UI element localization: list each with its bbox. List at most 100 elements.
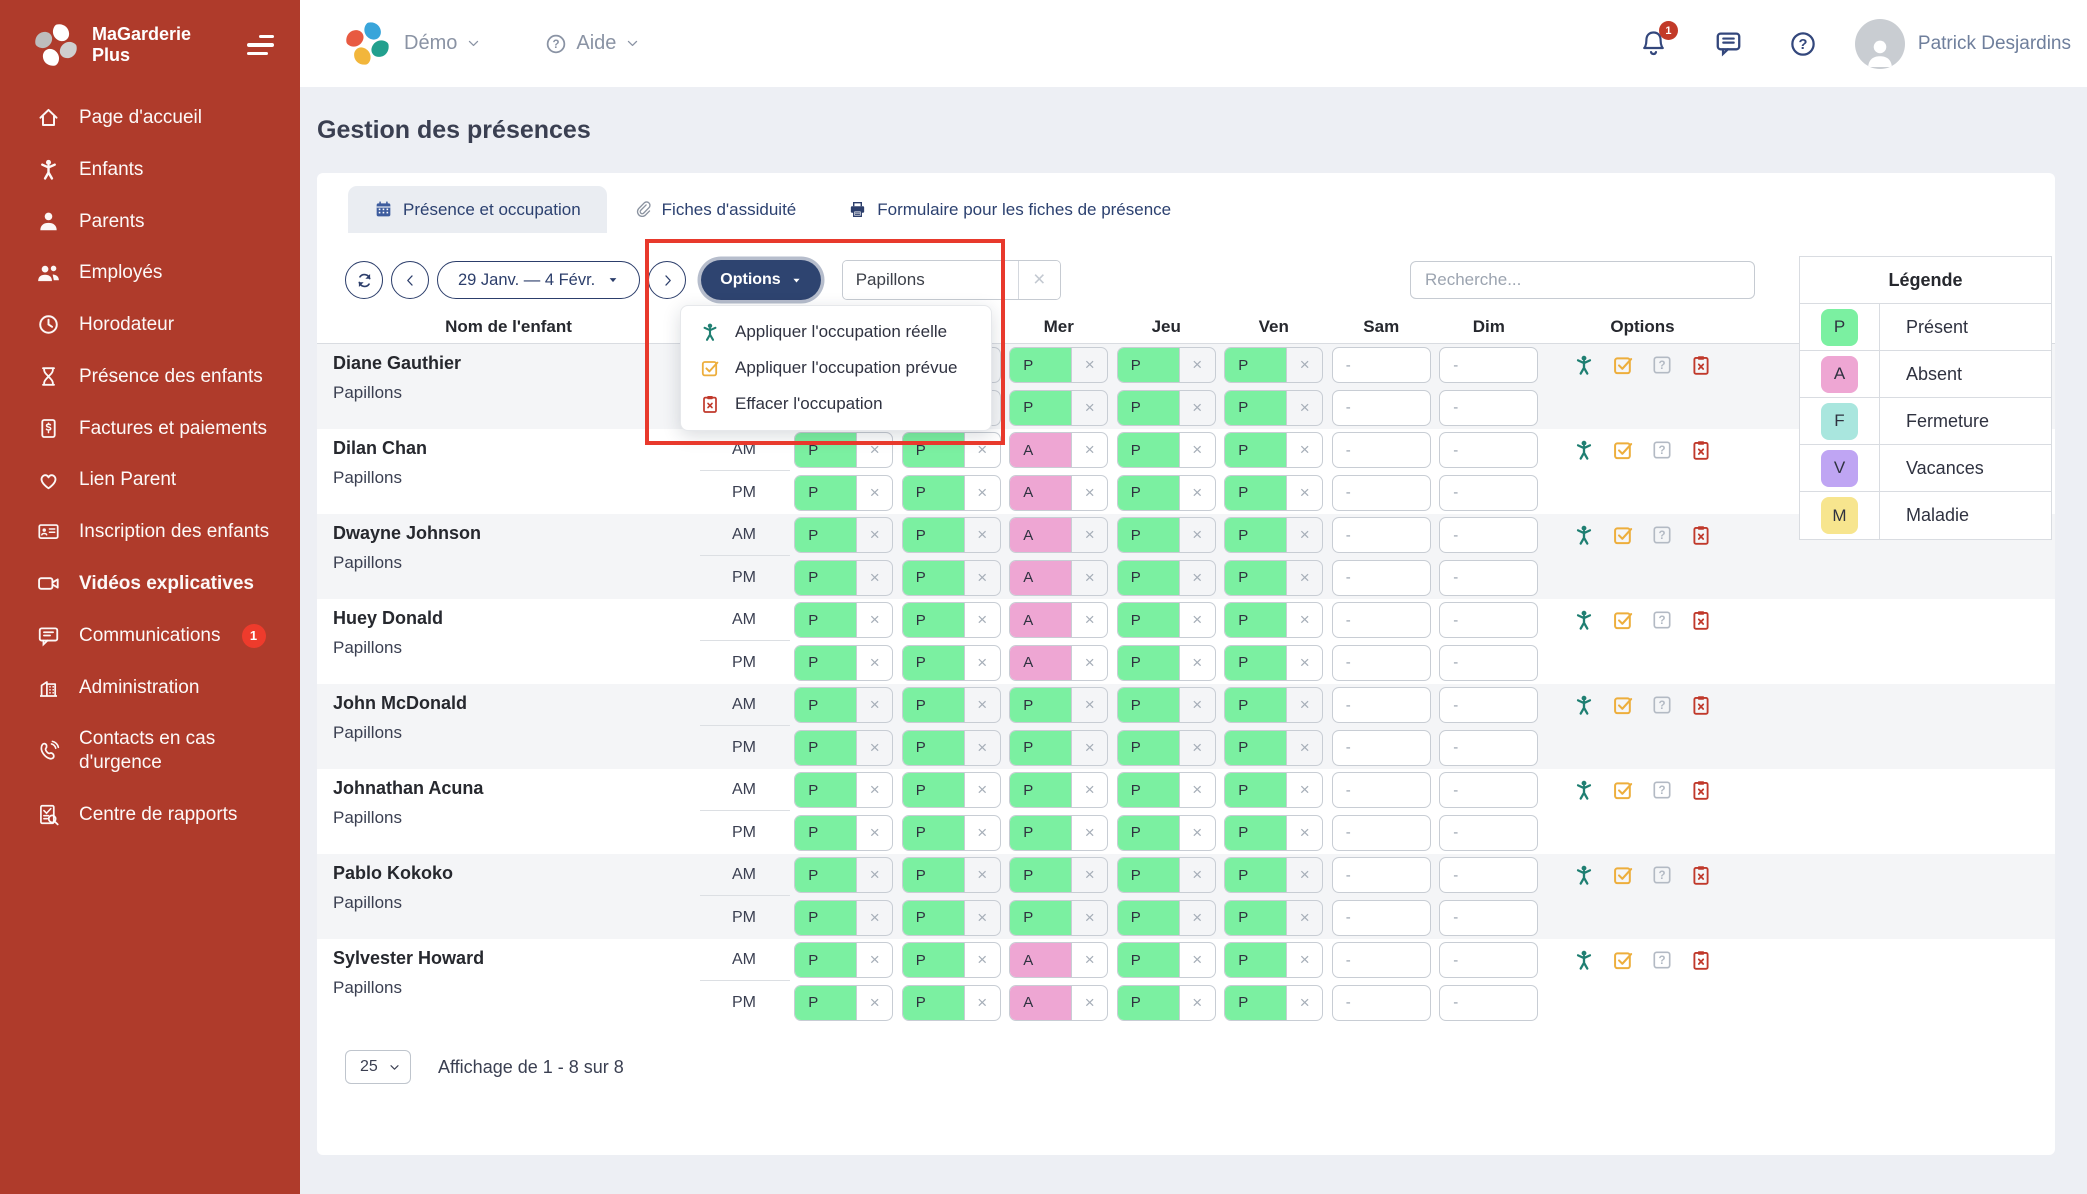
sidebar-item[interactable]: Inscription des enfants [0, 506, 300, 558]
sidebar-item[interactable]: Horodateur [0, 299, 300, 351]
status-value[interactable]: P [795, 688, 856, 722]
status-value[interactable]: A [1010, 433, 1071, 467]
question-box-icon[interactable]: ? [1651, 354, 1673, 376]
clear-cell-button[interactable]: × [1071, 476, 1107, 510]
status-value[interactable]: A [1010, 561, 1071, 595]
clear-cell-button[interactable]: × [1286, 731, 1322, 765]
occupation-cell-empty[interactable]: - [1332, 900, 1431, 936]
menu-item[interactable]: Appliquer l'occupation réelle [681, 314, 991, 350]
occupation-cell-empty[interactable]: - [1439, 517, 1538, 553]
checkbox-icon[interactable] [1612, 354, 1634, 376]
status-value[interactable]: P [903, 646, 964, 680]
status-value[interactable]: P [1118, 476, 1179, 510]
status-value[interactable]: P [795, 646, 856, 680]
clear-cell-button[interactable]: × [1286, 391, 1322, 425]
occupation-cell-empty[interactable]: - [1332, 432, 1431, 468]
clear-cell-button[interactable]: × [964, 943, 1000, 977]
clear-cell-button[interactable]: × [964, 986, 1000, 1020]
status-value[interactable]: P [795, 603, 856, 637]
tab[interactable]: Présence et occupation [348, 186, 607, 233]
child-name[interactable]: Diane Gauthier [333, 353, 700, 374]
status-value[interactable]: P [903, 561, 964, 595]
status-value[interactable]: P [1225, 858, 1286, 892]
clear-cell-button[interactable]: × [1071, 816, 1107, 850]
status-value[interactable]: P [903, 518, 964, 552]
status-value[interactable]: P [1010, 391, 1071, 425]
status-value[interactable]: P [1225, 391, 1286, 425]
clear-cell-button[interactable]: × [856, 731, 892, 765]
child-icon[interactable] [1573, 609, 1595, 631]
occupation-cell-empty[interactable]: - [1332, 560, 1431, 596]
status-value[interactable]: P [1118, 603, 1179, 637]
child-icon[interactable] [1573, 524, 1595, 546]
status-value[interactable]: P [1118, 943, 1179, 977]
user-name[interactable]: Patrick Desjardins [1918, 33, 2071, 55]
clear-cell-button[interactable]: × [1179, 731, 1215, 765]
question-box-icon[interactable]: ? [1651, 949, 1673, 971]
status-value[interactable]: P [1118, 858, 1179, 892]
clear-cell-button[interactable]: × [1179, 858, 1215, 892]
clear-cell-button[interactable]: × [1286, 518, 1322, 552]
clear-cell-button[interactable]: × [964, 901, 1000, 935]
child-name[interactable]: Dilan Chan [333, 438, 700, 459]
status-value[interactable]: P [1225, 816, 1286, 850]
clear-cell-button[interactable]: × [856, 901, 892, 935]
clear-cell-button[interactable]: × [1071, 943, 1107, 977]
org-switcher[interactable]: Démo [404, 32, 481, 55]
sidebar-item[interactable]: Administration [0, 662, 300, 714]
clear-cell-button[interactable]: × [1179, 943, 1215, 977]
clear-cell-button[interactable]: × [856, 858, 892, 892]
clear-cell-button[interactable]: × [1286, 858, 1322, 892]
status-value[interactable]: P [795, 731, 856, 765]
hamburger-menu-icon[interactable] [247, 35, 274, 56]
status-value[interactable]: P [903, 986, 964, 1020]
status-value[interactable]: P [1118, 518, 1179, 552]
date-range-picker[interactable]: 29 Janv. — 4 Févr. [437, 261, 640, 299]
clear-cell-button[interactable]: × [856, 646, 892, 680]
occupation-cell-empty[interactable]: - [1439, 730, 1538, 766]
status-value[interactable]: P [1225, 476, 1286, 510]
status-value[interactable]: P [795, 773, 856, 807]
checkbox-icon[interactable] [1612, 949, 1634, 971]
question-box-icon[interactable]: ? [1651, 864, 1673, 886]
child-name[interactable]: Johnathan Acuna [333, 778, 700, 799]
tab[interactable]: Fiches d'assiduité [607, 186, 823, 233]
clear-cell-button[interactable]: × [856, 773, 892, 807]
question-box-icon[interactable]: ? [1651, 694, 1673, 716]
clear-cell-button[interactable]: × [1286, 348, 1322, 382]
occupation-cell-empty[interactable]: - [1439, 985, 1538, 1021]
next-week-button[interactable] [648, 261, 686, 299]
status-value[interactable]: P [1225, 433, 1286, 467]
notifications-button[interactable]: 1 [1639, 29, 1668, 58]
clear-cell-button[interactable]: × [856, 688, 892, 722]
menu-item[interactable]: Effacer l'occupation [681, 386, 991, 422]
clear-cell-button[interactable]: × [1286, 986, 1322, 1020]
clear-cell-button[interactable]: × [1179, 561, 1215, 595]
help-menu[interactable]: ? Aide [545, 32, 640, 55]
clear-cell-button[interactable]: × [964, 518, 1000, 552]
options-button[interactable]: Options [701, 260, 820, 300]
sidebar-item[interactable]: Vidéos explicatives [0, 558, 300, 610]
occupation-cell-empty[interactable]: - [1332, 645, 1431, 681]
clear-cell-button[interactable]: × [1071, 433, 1107, 467]
occupation-cell-empty[interactable]: - [1332, 687, 1431, 723]
clipboard-x-icon[interactable] [1690, 779, 1712, 801]
refresh-button[interactable] [345, 261, 383, 299]
clear-cell-button[interactable]: × [1179, 986, 1215, 1020]
clear-cell-button[interactable]: × [1286, 773, 1322, 807]
clear-cell-button[interactable]: × [1286, 816, 1322, 850]
status-value[interactable]: P [903, 603, 964, 637]
clear-cell-button[interactable]: × [1286, 433, 1322, 467]
occupation-cell-empty[interactable]: - [1332, 347, 1431, 383]
clear-cell-button[interactable]: × [1071, 688, 1107, 722]
sidebar-item[interactable]: Lien Parent [0, 454, 300, 506]
clear-cell-button[interactable]: × [964, 476, 1000, 510]
clear-cell-button[interactable]: × [856, 561, 892, 595]
clear-cell-button[interactable]: × [1179, 646, 1215, 680]
status-value[interactable]: P [1225, 773, 1286, 807]
clear-cell-button[interactable]: × [1071, 858, 1107, 892]
child-name[interactable]: Huey Donald [333, 608, 700, 629]
checkbox-icon[interactable] [1612, 524, 1634, 546]
sidebar-item[interactable]: Factures et paiements [0, 403, 300, 455]
clear-cell-button[interactable]: × [964, 858, 1000, 892]
